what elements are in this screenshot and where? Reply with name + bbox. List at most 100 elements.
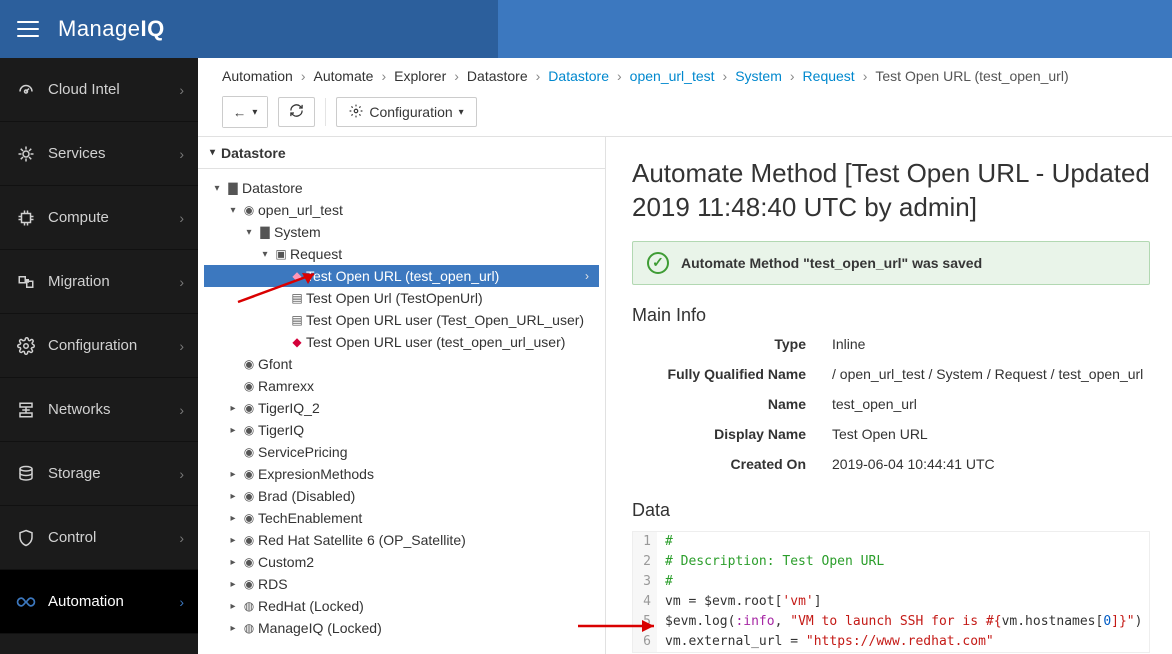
chevron-right-icon: › bbox=[179, 594, 184, 610]
code-token: = bbox=[681, 594, 704, 609]
brand-suffix: IQ bbox=[141, 16, 165, 41]
code-token: # Description: Test Open URL bbox=[665, 554, 884, 569]
breadcrumb-item[interactable]: Automation bbox=[222, 68, 293, 84]
tree-node[interactable]: ▸◉TechEnablement bbox=[204, 507, 599, 529]
breadcrumb-item[interactable]: Datastore bbox=[467, 68, 528, 84]
hamburger-menu[interactable] bbox=[8, 9, 48, 49]
code-token: $evm bbox=[665, 614, 696, 629]
breadcrumb-item[interactable]: System bbox=[735, 68, 782, 84]
code-token: 'vm' bbox=[782, 594, 813, 609]
tree-node-system[interactable]: ▾▇System bbox=[204, 221, 599, 243]
breadcrumb-item[interactable]: Request bbox=[803, 68, 855, 84]
sidebar-label: Compute bbox=[48, 209, 179, 226]
tree-node-test-open-url[interactable]: ◆Test Open URL (test_open_url)› bbox=[204, 265, 599, 287]
automation-icon bbox=[14, 595, 38, 609]
tree-node[interactable]: ▸◉Red Hat Satellite 6 (OP_Satellite) bbox=[204, 529, 599, 551]
code-token: $evm bbox=[704, 594, 735, 609]
gear-icon bbox=[14, 337, 38, 355]
chevron-right-icon: › bbox=[179, 402, 184, 418]
code-token: ) bbox=[1135, 614, 1143, 629]
tree-node[interactable]: ▸◍RedHat (Locked) bbox=[204, 595, 599, 617]
code-token: vm bbox=[665, 594, 681, 609]
kv-value: test_open_url bbox=[832, 396, 1150, 412]
tree-node[interactable]: ▸◉Brad (Disabled) bbox=[204, 485, 599, 507]
sidebar-label: Configuration bbox=[48, 337, 179, 354]
code-token: , bbox=[775, 614, 791, 629]
kv-value: / open_url_test / System / Request / tes… bbox=[832, 366, 1150, 382]
tree-node[interactable]: ▸◍ManageIQ (Locked) bbox=[204, 617, 599, 639]
breadcrumb-item[interactable]: Explorer bbox=[394, 68, 446, 84]
breadcrumb-item[interactable]: open_url_test bbox=[630, 68, 715, 84]
history-button-group: ← ▾ bbox=[222, 96, 268, 128]
chevron-right-icon: › bbox=[179, 210, 184, 226]
datastore-tree: ▾▇Datastore ▾◉open_url_test ▾▇System ▾▣R… bbox=[198, 169, 605, 647]
code-token: :info bbox=[735, 614, 774, 629]
instance-icon: ▤ bbox=[288, 313, 306, 327]
sidebar-item-configuration[interactable]: Configuration › bbox=[0, 314, 198, 378]
sidebar-item-cloud-intel[interactable]: Cloud Intel › bbox=[0, 58, 198, 122]
tree-node-open-url-test[interactable]: ▾◉open_url_test bbox=[204, 199, 599, 221]
services-icon bbox=[14, 145, 38, 163]
chevron-right-icon: › bbox=[179, 82, 184, 98]
tree-node[interactable]: ▸◉TigerIQ_2 bbox=[204, 397, 599, 419]
domain-icon: ◉ bbox=[240, 357, 258, 371]
tree-node[interactable]: ▸◉Custom2 bbox=[204, 551, 599, 573]
sidebar-item-control[interactable]: Control › bbox=[0, 506, 198, 570]
tree-node[interactable]: ◆Test Open URL user (test_open_url_user) bbox=[204, 331, 599, 353]
caret-down-icon: ▾ bbox=[459, 107, 464, 118]
domain-icon: ◉ bbox=[240, 467, 258, 481]
class-icon: ▣ bbox=[272, 247, 290, 261]
tree-node[interactable]: ▸◉ExpresionMethods bbox=[204, 463, 599, 485]
chevron-right-icon: › bbox=[179, 274, 184, 290]
tree-node-request[interactable]: ▾▣Request bbox=[204, 243, 599, 265]
kv-key: Created On bbox=[632, 456, 832, 472]
alert-text: Automate Method "test_open_url" was save… bbox=[681, 255, 982, 271]
domain-icon: ◉ bbox=[240, 533, 258, 547]
sidebar-item-automation[interactable]: Automation › bbox=[0, 570, 198, 634]
storage-icon bbox=[14, 465, 38, 483]
domain-icon: ◉ bbox=[240, 555, 258, 569]
breadcrumb: Automation Automate Explorer Datastore D… bbox=[198, 58, 1172, 90]
brand-logo: ManageIQ bbox=[58, 16, 165, 42]
sidebar-item-migration[interactable]: Migration › bbox=[0, 250, 198, 314]
back-button[interactable]: ← ▾ bbox=[223, 97, 267, 127]
breadcrumb-item[interactable]: Datastore bbox=[548, 68, 609, 84]
sidebar-label: Services bbox=[48, 145, 179, 162]
main-info-table: TypeInline Fully Qualified Name/ open_ur… bbox=[632, 336, 1150, 472]
code-token: vm.external_url = bbox=[665, 634, 806, 649]
tree-node[interactable]: ▸◉RDS bbox=[204, 573, 599, 595]
section-data: Data bbox=[632, 500, 1150, 521]
domain-icon: ◉ bbox=[240, 445, 258, 459]
tree-node[interactable]: ◉ServicePricing bbox=[204, 441, 599, 463]
code-token: # bbox=[665, 534, 673, 549]
sidebar-label: Networks bbox=[48, 401, 179, 418]
code-token: .root[ bbox=[735, 594, 782, 609]
tree-panel: ▾ Datastore ▾▇Datastore ▾◉open_url_test … bbox=[198, 137, 606, 654]
configuration-dropdown[interactable]: Configuration ▾ bbox=[336, 97, 476, 127]
tree-accordion-header[interactable]: ▾ Datastore bbox=[198, 137, 605, 169]
shield-icon bbox=[14, 529, 38, 547]
sidebar-item-compute[interactable]: Compute › bbox=[0, 186, 198, 250]
tree-node-datastore[interactable]: ▾▇Datastore bbox=[204, 177, 599, 199]
code-token: "VM to launch SSH for is #{ bbox=[790, 614, 1001, 629]
kv-key: Type bbox=[632, 336, 832, 352]
sidebar-item-networks[interactable]: Networks › bbox=[0, 378, 198, 442]
sidebar-item-storage[interactable]: Storage › bbox=[0, 442, 198, 506]
tree-node[interactable]: ▤Test Open URL user (Test_Open_URL_user) bbox=[204, 309, 599, 331]
sidebar: Cloud Intel › Services › Compute › Migra… bbox=[0, 58, 198, 654]
tree-node[interactable]: ▸◉TigerIQ bbox=[204, 419, 599, 441]
tree-node[interactable]: ▤Test Open Url (TestOpenUrl) bbox=[204, 287, 599, 309]
breadcrumb-item[interactable]: Automate bbox=[314, 68, 374, 84]
kv-key: Fully Qualified Name bbox=[632, 366, 832, 382]
refresh-button[interactable] bbox=[278, 97, 315, 127]
sidebar-item-services[interactable]: Services › bbox=[0, 122, 198, 186]
chevron-right-icon: › bbox=[179, 466, 184, 482]
tree-node[interactable]: ◉Gfont bbox=[204, 353, 599, 375]
chevron-right-icon: › bbox=[179, 146, 184, 162]
caret-down-icon: ▾ bbox=[252, 107, 257, 118]
tree-node[interactable]: ◉Ramrexx bbox=[204, 375, 599, 397]
sidebar-label: Automation bbox=[48, 593, 179, 610]
page-title: Automate Method [Test Open URL - Updated… bbox=[632, 157, 1150, 225]
ruby-icon: ◆ bbox=[288, 269, 306, 283]
domain-icon: ◉ bbox=[240, 423, 258, 437]
